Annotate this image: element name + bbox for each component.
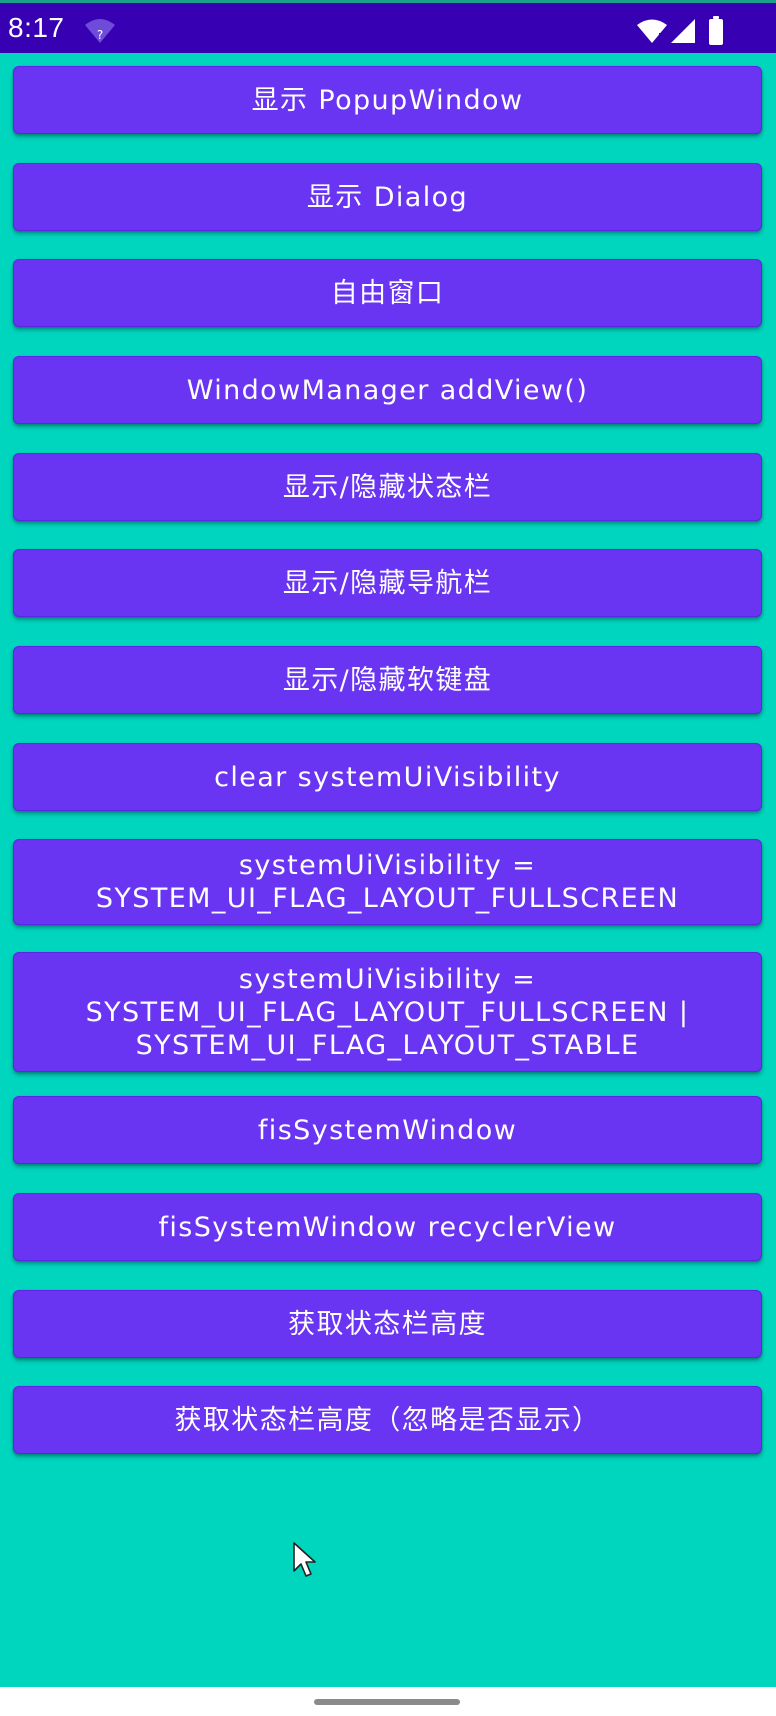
wifi-question-icon: ?: [84, 17, 116, 49]
signal-icon: [670, 18, 696, 48]
battery-icon: [708, 16, 724, 50]
home-gesture-handle[interactable]: [314, 1699, 460, 1705]
fits-system-window-button[interactable]: fisSystemWindow: [13, 1096, 762, 1164]
show-popupwindow-button[interactable]: 显示 PopupWindow: [13, 66, 762, 134]
free-window-button[interactable]: 自由窗口: [13, 259, 762, 327]
toggle-navigation-bar-button[interactable]: 显示/隐藏导航栏: [13, 549, 762, 617]
svg-text:?: ?: [97, 28, 103, 42]
fits-system-window-recyclerview-button[interactable]: fisSystemWindow recyclerView: [13, 1193, 762, 1261]
wifi-icon: [636, 18, 668, 48]
status-time: 8:17: [8, 12, 65, 43]
show-dialog-button[interactable]: 显示 Dialog: [13, 163, 762, 231]
get-status-bar-height-button[interactable]: 获取状态栏高度: [13, 1290, 762, 1358]
navigation-bar: [0, 1687, 776, 1716]
clear-system-ui-visibility-button[interactable]: clear systemUiVisibility: [13, 743, 762, 811]
main-content: 显示 PopupWindow 显示 Dialog 自由窗口 WindowMana…: [0, 53, 776, 1687]
get-status-bar-height-ignore-visibility-button[interactable]: 获取状态栏高度（忽略是否显示）: [13, 1386, 762, 1454]
windowmanager-addview-button[interactable]: WindowManager addView(): [13, 356, 762, 424]
layout-fullscreen-stable-button[interactable]: systemUiVisibility = SYSTEM_UI_FLAG_LAYO…: [13, 952, 762, 1072]
toggle-status-bar-button[interactable]: 显示/隐藏状态栏: [13, 453, 762, 521]
toggle-soft-keyboard-button[interactable]: 显示/隐藏软键盘: [13, 646, 762, 714]
layout-fullscreen-button[interactable]: systemUiVisibility = SYSTEM_UI_FLAG_LAYO…: [13, 839, 762, 925]
mouse-cursor-icon: [292, 1541, 318, 1583]
status-bar: 8:17 ?: [0, 0, 776, 53]
